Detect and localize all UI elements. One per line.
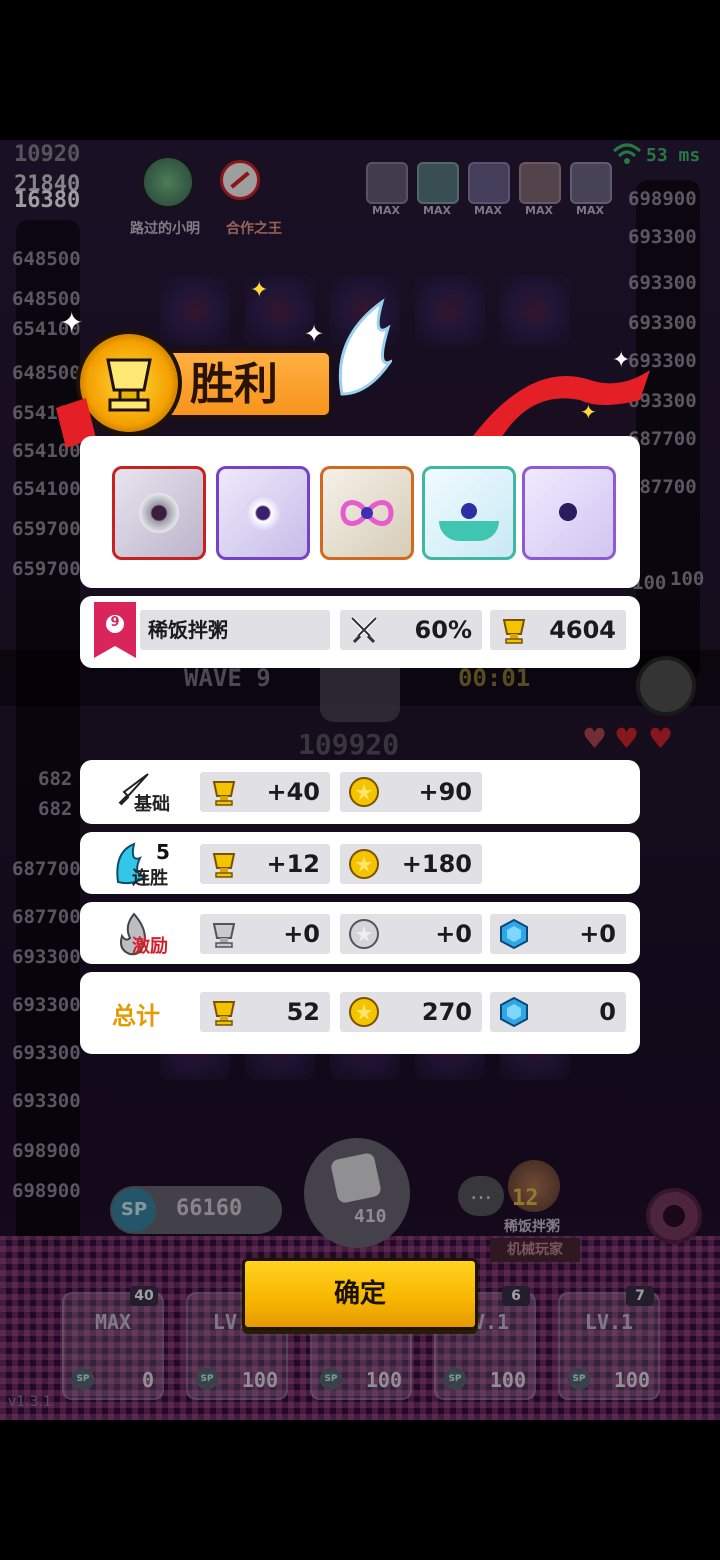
unit-crack-icon <box>522 466 616 560</box>
streak-gold-slot: +180 <box>340 844 482 884</box>
base-gold-slot: +90 <box>340 772 482 812</box>
confirm-label: 确定 <box>333 1279 386 1309</box>
rank-number: 9 <box>110 615 120 630</box>
win-rate: 60% <box>414 616 472 644</box>
base-label: 基础 <box>134 794 170 815</box>
bonus-trophy: +0 <box>283 920 320 948</box>
victory-title: 胜利 <box>190 359 278 410</box>
reward-row-bonus: 激励 +0 +0 +0 <box>80 902 640 964</box>
total-label: 总计 <box>112 1002 160 1030</box>
bonus-trophy-slot: +0 <box>200 914 330 954</box>
streak-trophy-slot: +12 <box>200 844 330 884</box>
base-gold: +90 <box>418 778 472 806</box>
streak-trophy: +12 <box>266 850 320 878</box>
base-trophy: +40 <box>266 778 320 806</box>
bonus-gem-slot: +0 <box>490 914 626 954</box>
player-stats-panel: 9 稀饭拌粥 60% 4604 <box>80 596 640 668</box>
bonus-silver-slot: +0 <box>340 914 482 954</box>
confirm-button[interactable]: 确定 <box>242 1258 478 1330</box>
total-trophy-slot: 52 <box>200 992 330 1032</box>
sparkle-icon: ✦ <box>250 278 269 303</box>
sparkle-icon: ✦ <box>304 320 325 348</box>
sparkle-icon: ✦ <box>60 306 84 339</box>
trophy-count-slot: 4604 <box>490 610 626 650</box>
sparkle-icon: ✦ <box>580 400 597 424</box>
win-rate-slot: 60% <box>340 610 482 650</box>
rank-badge-icon: 9 <box>94 602 136 658</box>
streak-gold: +180 <box>401 850 472 878</box>
bonus-label: 激励 <box>132 936 168 957</box>
reward-row-streak: 5 连胜 +12 +180 <box>80 832 640 894</box>
silver-coin-icon <box>349 919 379 949</box>
bonus-gem: +0 <box>579 920 616 948</box>
gold-coin-icon <box>349 777 379 807</box>
gold-trophy-icon <box>212 1001 236 1026</box>
deck-panel <box>80 436 640 588</box>
crossed-swords-icon <box>350 616 378 644</box>
sparkle-icon: ✦ <box>612 348 631 373</box>
base-trophy-slot: +40 <box>200 772 330 812</box>
player-name-slot: 稀饭拌粥 <box>140 610 330 650</box>
wing-decoration <box>332 298 395 402</box>
reward-row-base: 基础 +40 +90 <box>80 760 640 824</box>
total-gold-slot: 270 <box>340 992 482 1032</box>
gold-trophy-icon <box>212 781 236 806</box>
gem-icon <box>500 918 528 950</box>
gold-coin-icon <box>349 849 379 879</box>
unit-holy-icon <box>422 466 516 560</box>
streak-label: 连胜 <box>132 868 168 889</box>
total-gem-slot: 0 <box>490 992 626 1032</box>
gold-trophy-icon <box>502 619 526 644</box>
trophy-count: 4604 <box>549 616 616 644</box>
unit-blade-icon <box>112 466 206 560</box>
total-gem: 0 <box>599 998 616 1026</box>
gem-icon <box>500 996 528 1028</box>
bonus-silver: +0 <box>435 920 472 948</box>
unit-infinity-icon <box>320 466 414 560</box>
gold-coin-icon <box>349 997 379 1027</box>
total-trophy: 52 <box>286 998 320 1026</box>
unit-wind-icon <box>216 466 310 560</box>
total-gold: 270 <box>421 998 472 1026</box>
silver-trophy-icon <box>212 923 236 948</box>
player-name: 稀饭拌粥 <box>148 618 228 642</box>
reward-row-total: 总计 52 270 0 <box>80 972 640 1054</box>
gold-trophy-icon <box>212 853 236 878</box>
streak-count: 5 <box>156 840 170 864</box>
